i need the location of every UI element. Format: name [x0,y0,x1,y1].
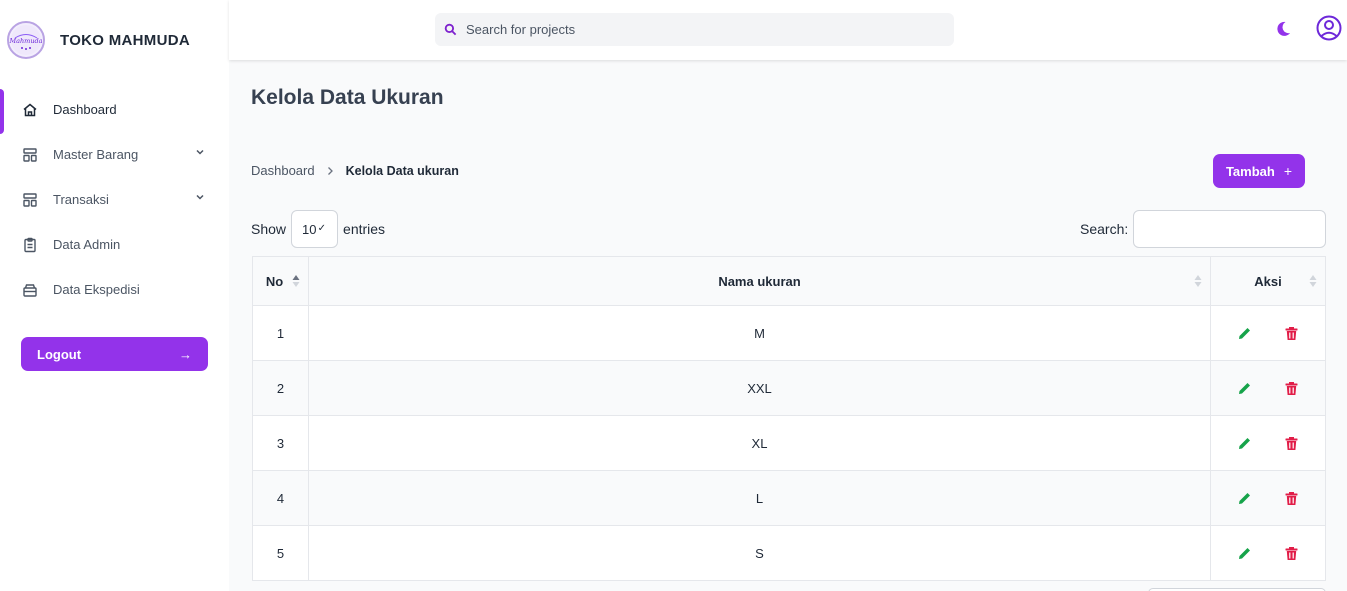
top-header [229,0,1347,60]
sidebar-item-data-ekspedisi[interactable]: Data Ekspedisi [0,267,229,312]
brand-logo: Mahmuda [7,21,45,59]
sidebar-item-label: Data Admin [53,237,121,252]
cell-no: 2 [252,360,309,416]
sidebar-item-label: Dashboard [53,102,117,117]
table-search-input[interactable] [1133,210,1326,248]
cell-aksi [1210,305,1326,361]
table-header-row: No Nama ukuran Aksi [252,256,1326,306]
cell-nama-ukuran: L [308,470,1211,526]
trash-icon[interactable] [1284,326,1299,341]
page-title: Kelola Data Ukuran [251,86,444,109]
sidebar-item-label: Master Barang [53,147,139,162]
edit-icon[interactable] [1237,381,1252,396]
sidebar-item-label: Transaksi [53,192,109,207]
sidebar-item-dashboard[interactable]: Dashboard [0,87,229,134]
brand: Mahmuda TOKO MAHMUDA [0,0,229,80]
clipboard-icon [22,237,38,253]
sidebar-item-master-barang[interactable]: Master Barang [0,132,229,177]
edit-icon[interactable] [1237,326,1252,341]
archive-icon [22,282,38,298]
breadcrumb: Dashboard Kelola Data ukuran [251,163,459,178]
table-row: 3 XL [252,415,1326,471]
cell-nama-ukuran: S [308,525,1211,581]
table-row: 4 L [252,470,1326,526]
size-table: No Nama ukuran Aksi 1 M 2 XXL 3 XL 4 L 5… [252,256,1326,581]
cell-no: 3 [252,415,309,471]
breadcrumb-home[interactable]: Dashboard [251,163,315,178]
breadcrumb-current: Kelola Data ukuran [345,163,459,178]
sidebar-nav: Dashboard Master Barang Transaksi Data A… [0,87,229,312]
sidebar-item-label: Data Ekspedisi [53,282,140,297]
home-icon [22,102,38,118]
chevron-down-icon [196,149,204,155]
brand-name: TOKO MAHMUDA [60,31,190,49]
template-icon [22,192,38,208]
sort-icon [292,275,300,287]
column-header-aksi[interactable]: Aksi [1210,256,1326,306]
search-icon [444,23,457,36]
column-header-no[interactable]: No [252,256,309,306]
project-search [435,13,954,46]
edit-icon[interactable] [1237,491,1252,506]
arrow-right-icon: → [179,346,192,362]
cell-no: 4 [252,470,309,526]
trash-icon[interactable] [1284,381,1299,396]
template-icon [22,147,38,163]
table-row: 2 XXL [252,360,1326,416]
cell-nama-ukuran: XXL [308,360,1211,416]
chevron-down-icon [196,194,204,200]
edit-icon[interactable] [1237,436,1252,451]
table-row: 5 S [252,525,1326,581]
sidebar-item-data-admin[interactable]: Data Admin [0,222,229,267]
column-header-label: Aksi [1254,273,1282,289]
svg-text:Mahmuda: Mahmuda [9,37,43,45]
sort-icon [1309,275,1317,287]
trash-icon[interactable] [1284,491,1299,506]
sidebar: Mahmuda TOKO MAHMUDA Dashboard Master Ba… [0,0,229,591]
sort-icon [1194,275,1202,287]
cell-no: 1 [252,305,309,361]
table-search-label: Search: [1080,221,1129,237]
trash-icon[interactable] [1284,546,1299,561]
entries-control: Show 10 ✓ entries [251,210,385,248]
column-header-nama-ukuran[interactable]: Nama ukuran [308,256,1211,306]
entries-label: entries [343,221,386,237]
chevron-down-icon: ✓ [317,223,327,234]
entries-value: 10 [302,221,317,237]
cell-aksi [1210,470,1326,526]
show-label: Show [251,221,287,237]
add-button-label: Tambah [1225,163,1275,179]
cell-nama-ukuran: XL [308,415,1211,471]
table-row: 1 M [252,305,1326,361]
cell-aksi [1210,525,1326,581]
edit-icon[interactable] [1237,546,1252,561]
add-size-button[interactable]: Tambah + [1213,154,1305,188]
column-header-label: No [265,273,284,289]
sidebar-item-transaksi[interactable]: Transaksi [0,177,229,222]
plus-icon: + [1283,163,1293,179]
search-input[interactable] [466,22,946,37]
cell-nama-ukuran: M [308,305,1211,361]
column-header-label: Nama ukuran [718,273,801,289]
logout-button[interactable]: Logout → [21,337,208,371]
moon-icon[interactable] [1274,20,1292,38]
cell-aksi [1210,360,1326,416]
entries-select[interactable]: 10 ✓ [291,210,339,248]
chevron-right-icon [327,166,333,175]
trash-icon[interactable] [1284,436,1299,451]
cell-no: 5 [252,525,309,581]
logout-label: Logout [37,346,82,362]
user-avatar-icon[interactable] [1316,15,1342,41]
cell-aksi [1210,415,1326,471]
